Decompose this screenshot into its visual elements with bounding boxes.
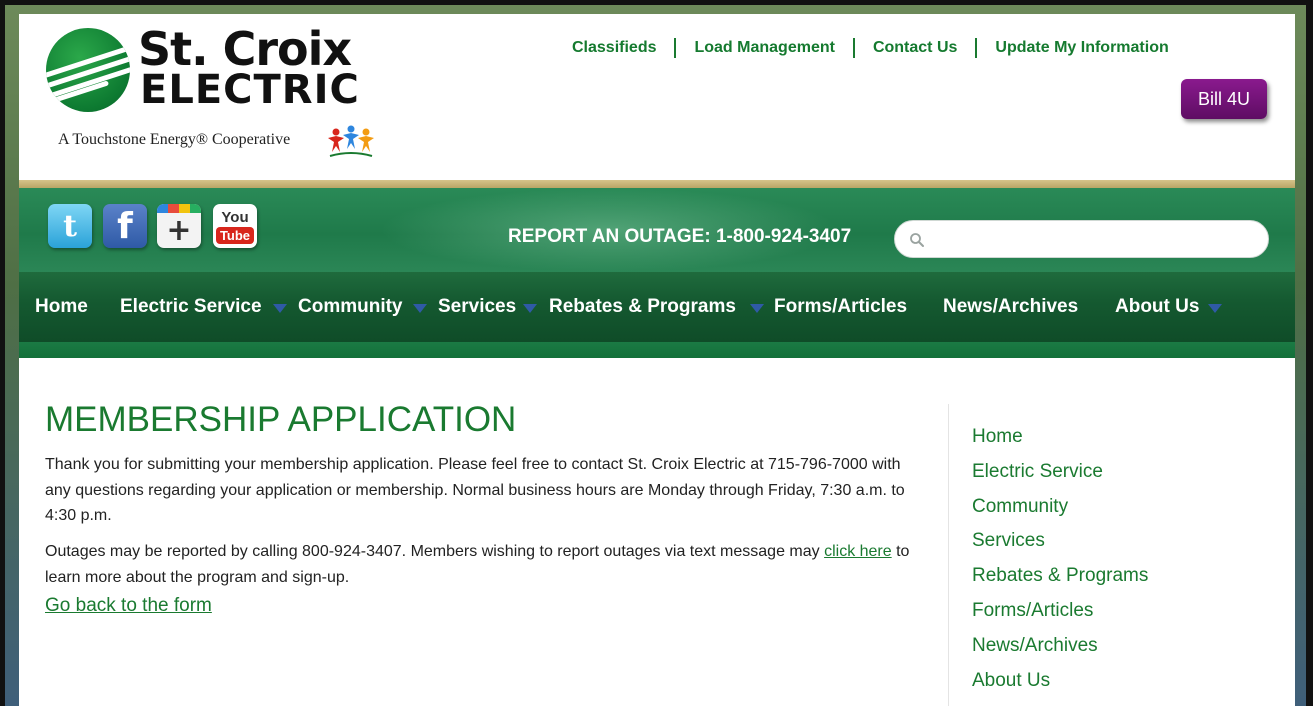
sidebar-item-services[interactable]: Services [972, 524, 1148, 559]
nav-services[interactable]: Services [438, 296, 516, 318]
sidebar-nav: Home Electric Service Community Services… [972, 420, 1148, 698]
logo[interactable]: St. Croix ELECTRIC A Touchstone Energy® … [46, 22, 386, 158]
top-link-update-my-information[interactable]: Update My Information [995, 39, 1168, 57]
site: St. Croix ELECTRIC A Touchstone Energy® … [19, 14, 1295, 706]
sidebar-item-electric-service[interactable]: Electric Service [972, 455, 1148, 490]
main-content: MEMBERSHIP APPLICATION Thank you for sub… [19, 358, 1295, 706]
google-plus-icon[interactable]: + [157, 204, 201, 248]
twitter-glyph: t [63, 208, 77, 244]
outage-paragraph: Outages may be reported by calling 800-9… [45, 539, 915, 590]
nav-electric-service[interactable]: Electric Service [120, 296, 262, 318]
chevron-down-icon[interactable] [523, 304, 537, 313]
sidebar-item-about-us[interactable]: About Us [972, 664, 1148, 699]
sidebar-item-forms-articles[interactable]: Forms/Articles [972, 594, 1148, 629]
top-link-contact-us[interactable]: Contact Us [873, 39, 957, 57]
bill-4u-button[interactable]: Bill 4U [1181, 79, 1267, 119]
twitter-icon[interactable]: t [48, 204, 92, 248]
nav-rebates-programs[interactable]: Rebates & Programs [549, 296, 736, 318]
sidebar-item-community[interactable]: Community [972, 490, 1148, 525]
facebook-glyph: f [117, 205, 133, 247]
top-link-classifieds[interactable]: Classifieds [572, 39, 656, 57]
utility-bar: t f + You Tube REPORT AN OUTAGE: 1-800-9… [19, 188, 1295, 272]
chevron-down-icon[interactable] [273, 304, 287, 313]
gold-divider [19, 180, 1295, 188]
logo-emblem-icon [46, 28, 130, 112]
sidebar-item-rebates-programs[interactable]: Rebates & Programs [972, 559, 1148, 594]
top-link-load-management[interactable]: Load Management [694, 39, 834, 57]
google-plus-glyph: + [166, 212, 192, 248]
top-link-divider [975, 38, 978, 58]
confirmation-paragraph: Thank you for submitting your membership… [45, 456, 905, 524]
nav-news-archives[interactable]: News/Archives [943, 296, 1078, 318]
youtube-you-text: You [221, 209, 249, 226]
youtube-tube-text: Tube [215, 227, 255, 244]
touchstone-figures-icon [328, 125, 374, 157]
search-icon [910, 233, 924, 247]
chevron-down-icon[interactable] [1208, 304, 1222, 313]
nav-community[interactable]: Community [298, 296, 403, 318]
main-nav: Home Electric Service Community Services… [19, 272, 1295, 342]
chevron-down-icon[interactable] [750, 304, 764, 313]
outage-text-before: Outages may be reported by calling 800-9… [45, 543, 825, 560]
nav-bottom-strip [19, 342, 1295, 358]
sidebar-item-home[interactable]: Home [972, 420, 1148, 455]
facebook-icon[interactable]: f [103, 204, 147, 248]
youtube-icon[interactable]: You Tube [213, 204, 257, 248]
click-here-link[interactable]: click here [824, 543, 892, 560]
nav-home[interactable]: Home [35, 296, 88, 318]
search-input[interactable] [933, 225, 1253, 253]
top-links: Classifieds Load Management Contact Us U… [572, 37, 1169, 59]
search-box[interactable] [894, 220, 1269, 258]
header: St. Croix ELECTRIC A Touchstone Energy® … [19, 14, 1295, 180]
sidebar-item-news-archives[interactable]: News/Archives [972, 629, 1148, 664]
chevron-down-icon[interactable] [413, 304, 427, 313]
logo-name-line1: St. Croix [138, 22, 352, 76]
top-link-divider [852, 38, 855, 58]
go-back-link[interactable]: Go back to the form [45, 595, 212, 617]
sidebar-divider [948, 404, 949, 706]
nav-about-us[interactable]: About Us [1115, 296, 1199, 318]
page-title: MEMBERSHIP APPLICATION [45, 400, 517, 439]
report-outage-text: REPORT AN OUTAGE: 1-800-924-3407 [508, 226, 852, 247]
top-link-divider [674, 38, 677, 58]
logo-tagline: A Touchstone Energy® Cooperative [58, 131, 291, 148]
nav-forms-articles[interactable]: Forms/Articles [774, 296, 907, 318]
logo-name-line2: ELECTRIC [140, 67, 360, 113]
